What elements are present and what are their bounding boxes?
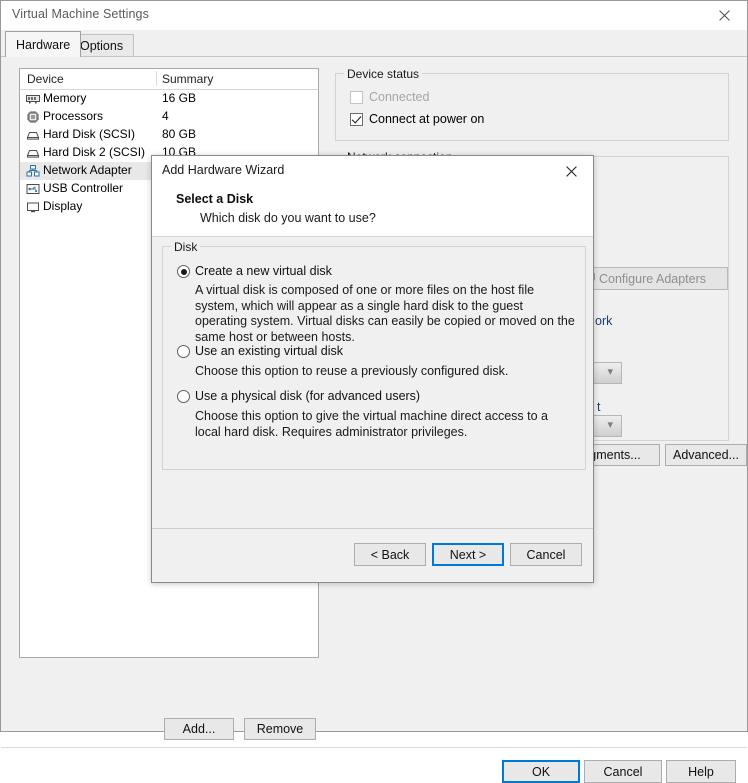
device-status-group: Device status Connected Connect at power… — [335, 67, 729, 141]
wizard-back-button[interactable]: < Back — [354, 543, 426, 566]
device-summary: 80 GB — [162, 127, 197, 141]
radio-button — [177, 345, 190, 358]
wizard-next-button[interactable]: Next > — [432, 543, 504, 566]
lan-segments-label: gments... — [589, 448, 641, 462]
table-row[interactable]: Memory 16 GB — [20, 90, 318, 108]
connected-label: Connected — [369, 90, 430, 104]
device-summary: 4 — [162, 109, 169, 123]
radio-label: Create a new virtual disk — [195, 264, 332, 278]
checkbox-box — [350, 112, 363, 126]
configure-adapters-label: Configure Adapters — [599, 271, 707, 286]
tabstrip: Hardware Options — [1, 30, 747, 57]
window-title: Virtual Machine Settings — [12, 7, 149, 21]
remove-button[interactable]: Remove — [244, 718, 316, 740]
table-row[interactable]: Hard Disk (SCSI) 80 GB — [20, 126, 318, 144]
network-option-label-partial-2: t — [597, 400, 601, 414]
wizard-title: Add Hardware Wizard — [162, 163, 285, 177]
help-button[interactable]: Help — [666, 760, 736, 783]
window-titlebar: Virtual Machine Settings — [1, 1, 747, 30]
wizard-next-label: Next > — [449, 547, 487, 562]
footer-divider — [1, 747, 747, 748]
add-button-label: Add... — [182, 722, 216, 736]
radio-button — [177, 390, 190, 403]
wizard-header: Select a Disk Which disk do you want to … — [152, 186, 593, 237]
connected-checkbox: Connected — [350, 90, 429, 104]
wizard-footer: < Back Next > Cancel — [152, 528, 593, 582]
radio-create-new-virtual-disk[interactable]: Create a new virtual disk — [177, 264, 332, 278]
wizard-heading: Select a Disk — [176, 192, 254, 206]
processor-icon — [26, 110, 40, 124]
radio-use-physical-disk[interactable]: Use a physical disk (for advanced users) — [177, 389, 420, 403]
column-divider — [156, 71, 157, 86]
display-icon — [26, 200, 40, 214]
advanced-button[interactable]: Advanced... — [665, 444, 747, 466]
wizard-titlebar: Add Hardware Wizard — [152, 156, 593, 186]
device-summary: 16 GB — [162, 91, 197, 105]
chevron-down-icon: ▾ — [607, 419, 613, 432]
close-icon[interactable] — [701, 1, 747, 30]
wizard-cancel-label: Cancel — [526, 547, 566, 562]
hard-disk-icon — [26, 128, 40, 142]
option-description: Choose this option to reuse a previously… — [195, 364, 509, 378]
connect-at-power-on-label: Connect at power on — [369, 112, 485, 126]
device-name: Display — [43, 199, 83, 213]
device-name: Hard Disk 2 (SCSI) — [43, 145, 146, 159]
wizard-subheading: Which disk do you want to use? — [200, 211, 376, 225]
wizard-back-label: < Back — [370, 547, 410, 562]
radio-label: Use an existing virtual disk — [195, 344, 343, 358]
cancel-button[interactable]: Cancel — [584, 760, 662, 783]
hard-disk-icon — [26, 146, 40, 160]
network-adapter-icon — [26, 164, 40, 178]
add-button[interactable]: Add... — [164, 718, 234, 740]
tab-hardware-label: Hardware — [16, 37, 71, 52]
device-name: Hard Disk (SCSI) — [43, 127, 136, 141]
disk-group-title: Disk — [171, 240, 201, 254]
configure-adapters-button[interactable]: Configure Adapters — [576, 267, 728, 290]
checkbox-box — [350, 90, 363, 104]
add-hardware-wizard-dialog: Add Hardware Wizard Select a Disk Which … — [151, 155, 594, 583]
ok-button-label: OK — [531, 764, 551, 779]
device-name: Network Adapter — [43, 163, 132, 177]
table-row[interactable]: Processors 4 — [20, 108, 318, 126]
column-header-summary[interactable]: Summary — [162, 72, 213, 86]
column-header-device[interactable]: Device — [27, 72, 64, 86]
device-name: USB Controller — [43, 181, 124, 195]
remove-button-label: Remove — [256, 722, 304, 736]
device-name: Memory — [43, 91, 87, 105]
device-status-title: Device status — [344, 67, 423, 81]
tab-options-label: Options — [80, 39, 124, 53]
option-description: A virtual disk is composed of one or mor… — [195, 283, 575, 344]
chevron-down-icon: ▾ — [607, 366, 613, 379]
ok-button[interactable]: OK — [502, 760, 580, 783]
help-button-label: Help — [688, 764, 714, 779]
option-description: Choose this option to give the virtual m… — [195, 409, 548, 439]
device-name: Processors — [43, 109, 104, 123]
radio-use-existing-virtual-disk[interactable]: Use an existing virtual disk — [177, 344, 343, 358]
network-option-label-partial: ork — [595, 314, 613, 328]
radio-label: Use a physical disk (for advanced users) — [195, 389, 421, 403]
disk-options-group: Disk Create a new virtual disk A virtual… — [162, 240, 586, 470]
radio-button — [177, 265, 190, 278]
wizard-content: Disk Create a new virtual disk A virtual… — [152, 237, 593, 529]
advanced-label: Advanced... — [672, 448, 739, 462]
device-list-header: Device Summary — [20, 69, 318, 90]
tab-hardware[interactable]: Hardware — [5, 31, 82, 57]
connect-at-power-on-checkbox[interactable]: Connect at power on — [350, 112, 484, 126]
wizard-cancel-button[interactable]: Cancel — [510, 543, 582, 566]
cancel-button-label: Cancel — [603, 764, 643, 779]
memory-icon — [26, 92, 40, 106]
close-icon[interactable] — [549, 156, 593, 186]
usb-controller-icon — [26, 182, 40, 196]
